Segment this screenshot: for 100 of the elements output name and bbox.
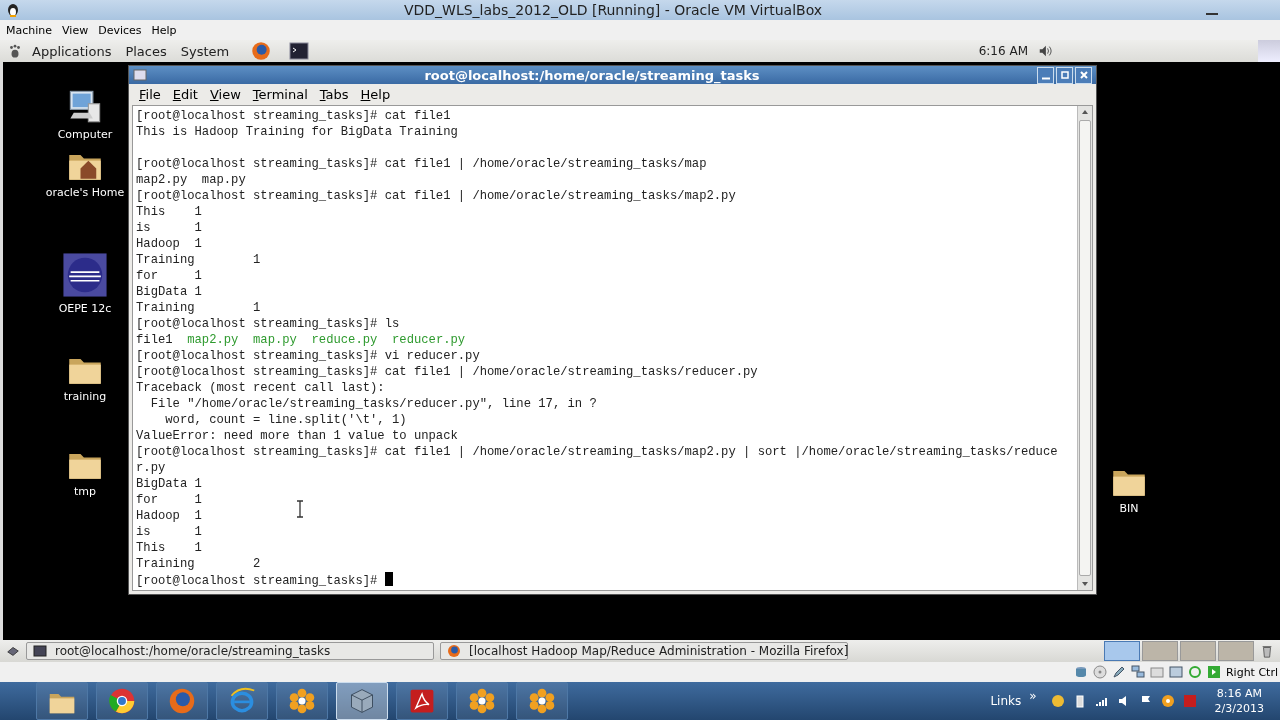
terminal-line: word, count = line.split('\t', 1) (164, 412, 407, 428)
terminal-line: for 1 (136, 268, 202, 284)
taskbar-app-button[interactable] (156, 682, 208, 720)
file-name: reduce.py (311, 333, 378, 347)
icon-label: Computer (57, 128, 113, 141)
pencil-icon[interactable] (1111, 665, 1126, 679)
minimize-button[interactable] (1037, 66, 1054, 84)
panel-menu[interactable]: Places (121, 43, 171, 59)
speaker-icon[interactable] (1038, 44, 1052, 58)
date: 2/3/2013 (1214, 701, 1264, 716)
taskbar-app-button[interactable] (396, 682, 448, 720)
taskbar-app-button[interactable] (276, 682, 328, 720)
terminal-line: for 1 (136, 492, 202, 508)
terminal-line: Hadoop 1 (136, 508, 202, 524)
terminal-line: is 1 (136, 524, 202, 540)
file-name: file1 (136, 333, 173, 347)
chevron-button[interactable]: » (1029, 689, 1037, 703)
terminal-line: [root@localhost streaming_tasks]# cat file1 (136, 108, 451, 124)
cursor (384, 572, 393, 586)
window-title: root@localhost:/home/oracle/streaming_tasks (423, 67, 761, 83)
maximize-icon (1059, 70, 1070, 81)
terminal-line: [root@localhost streaming_tasks]# (136, 574, 379, 588)
menu-item[interactable]: Machine (6, 23, 53, 37)
terminal-line: File "/home/oracle/streaming_tasks/reducer.py", line 17, in ? (149, 396, 597, 412)
firefox-icon[interactable] (251, 41, 272, 61)
terminal-line: r.py (136, 460, 166, 476)
penguin-icon (6, 3, 20, 17)
taskbar-app-button[interactable] (96, 682, 148, 720)
menu-item[interactable]: View (205, 87, 245, 103)
maximize-button[interactable] (1056, 66, 1073, 84)
icon-label: oracle's Home (45, 186, 125, 199)
terminal-line: BigData 1 (136, 476, 202, 492)
close-icon (1078, 70, 1089, 81)
taskbar-app-button[interactable] (216, 682, 268, 720)
terminal-line: [root@localhost streaming_tasks]# ls (136, 316, 400, 332)
terminal-line: Training 1 (136, 300, 261, 316)
taskbar-app-button[interactable] (516, 682, 568, 720)
terminal-line: This is Hadoop Training for BigData Training (136, 124, 458, 140)
links-toolbar[interactable]: Links (990, 694, 1022, 708)
terminal-line: [root@localhost streaming_tasks]# cat file1 | /home/oracle/streaming_tasks/map2.py (136, 188, 736, 204)
text-cursor-icon (296, 500, 304, 518)
terminal-line: Hadoop 1 (136, 236, 202, 252)
terminal-line: Training 2 (136, 556, 261, 572)
menu-item[interactable]: Edit (168, 87, 202, 103)
icon-label: training (63, 390, 107, 403)
file-name: reducer.py (392, 333, 466, 347)
scrollbar-thumb[interactable] (1079, 120, 1091, 576)
icon-label: tmp (74, 485, 96, 498)
terminal-line: Traceback (most recent call last): (136, 380, 385, 396)
menu-item[interactable]: Help (151, 23, 177, 37)
menu-item[interactable]: Devices (98, 23, 142, 37)
firefox-icon (168, 687, 196, 715)
panel-menu[interactable]: Applications (28, 43, 116, 59)
terminal-line: ValueError: need more than 1 value to unpack (136, 428, 458, 444)
chrome-icon (108, 687, 136, 715)
show-desktop-icon[interactable] (6, 644, 20, 658)
terminal-line: BigData 1 (136, 284, 202, 300)
close-button[interactable] (1075, 66, 1092, 84)
clock[interactable]: 6:16 AM (978, 44, 1028, 58)
task-button[interactable]: [localhost Hadoop Map/Reduce Administration - Mozilla Firefox] (440, 642, 848, 660)
file-name: map2.py (187, 333, 239, 347)
scroll-down-icon[interactable] (1081, 580, 1089, 588)
terminal-icon[interactable] (289, 41, 310, 61)
scroll-up-icon[interactable] (1081, 108, 1089, 116)
terminal-line: Training 1 (136, 252, 261, 268)
menu-item[interactable]: Terminal (248, 87, 312, 103)
terminal-line: This 1 (136, 540, 202, 556)
terminal-line: is 1 (136, 220, 202, 236)
terminal-line: map2.py map.py (136, 172, 246, 188)
menu-item[interactable]: Tabs (315, 87, 353, 103)
terminal-line: [root@localhost streaming_tasks]# vi reducer.py (136, 348, 480, 364)
trash-icon[interactable] (1260, 644, 1274, 658)
menu-item[interactable]: File (135, 87, 165, 103)
foot-icon[interactable] (8, 44, 22, 58)
file-name: map.py (253, 333, 297, 347)
terminal-line: [root@localhost streaming_tasks]# cat file1 | /home/oracle/streaming_tasks/reducer.py (136, 364, 758, 380)
time: 8:16 AM (1216, 686, 1262, 701)
computer-icon[interactable] (67, 88, 103, 124)
menu-item[interactable]: Help (356, 87, 395, 103)
icon-label: BIN (1119, 502, 1139, 515)
window-title: VDD_WLS_labs_2012_OLD [Running] - Oracle VM VirtualBox (402, 2, 824, 18)
disk-icon[interactable] (1073, 665, 1088, 679)
menu-item[interactable]: View (62, 23, 89, 37)
terminal-icon (33, 644, 47, 658)
terminal-line: [root@localhost streaming_tasks]# cat file1 | /home/oracle/streaming_tasks/map2.py | sort |/home/oracle/streaming_tasks/reduce (136, 444, 1058, 460)
terminal-icon (133, 68, 147, 83)
icon-label: OEPE 12c (58, 302, 112, 315)
terminal-line: This 1 (136, 204, 202, 220)
minimize-icon (1040, 76, 1051, 80)
eclipse-icon[interactable] (62, 252, 108, 298)
taskbar-app-button[interactable] (36, 682, 88, 720)
panel-menu[interactable]: System (176, 43, 234, 59)
terminal-line: [root@localhost streaming_tasks]# cat file1 | /home/oracle/streaming_tasks/map (136, 156, 707, 172)
screen-icon[interactable] (1168, 665, 1183, 679)
firefox-icon (447, 644, 461, 658)
task-button[interactable]: root@localhost:/home/oracle/streaming_tasks (26, 642, 434, 660)
browser-e-icon (228, 687, 256, 715)
cube-icon (348, 687, 376, 715)
host-key-label: Right Ctrl (1225, 665, 1278, 679)
taskbar-app-button[interactable] (456, 682, 508, 720)
